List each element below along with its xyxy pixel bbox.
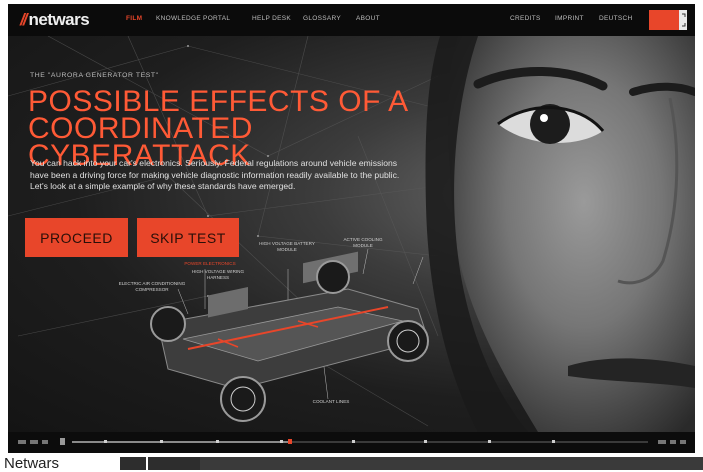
caption-label: Netwars (4, 455, 60, 472)
nav-item-about[interactable]: ABOUT (356, 15, 380, 22)
label-wiring-harness: HIGH VOLTAGE WIRING HARNESS (191, 269, 245, 280)
thumbnail-strip-bar (200, 457, 703, 470)
volume-control[interactable] (656, 437, 688, 448)
page-headline: POSSIBLE EFFECTS OF A COORDINATED CYBERA… (28, 85, 407, 172)
nav-item-credits[interactable]: CREDITS (510, 15, 541, 22)
netwars-logo[interactable]: // netwars (20, 10, 90, 30)
logo-mark-icon: // (20, 10, 28, 29)
menu-toggle-button[interactable] (649, 10, 687, 30)
thumbnail-strip-item (120, 457, 146, 470)
label-battery-module: HIGH VOLTAGE BATTERY MODULE (259, 241, 315, 252)
label-compressor: ELECTRIC AIR CONDITIONING COMPRESSOR (118, 281, 186, 292)
app-frame: // netwars FILM KNOWLEDGE PORTAL HELP DE… (8, 4, 695, 453)
video-control-bar (8, 432, 695, 453)
nav-item-film[interactable]: FILM (126, 15, 142, 22)
label-power-electronics: POWER ELECTRONICS (184, 261, 236, 266)
play-pause-button[interactable] (58, 436, 68, 449)
car-chassis-illustration (150, 248, 429, 422)
portrait-image (425, 36, 695, 432)
intro-paragraph: You can hack into your car's electronics… (30, 158, 400, 191)
logo-text: netwars (28, 10, 90, 29)
label-cooling-module: ACTIVE COOLING MODULE (343, 237, 383, 248)
nav-item-glossary[interactable]: GLOSSARY (303, 15, 341, 22)
label-coolant-lines: COOLANT LINES (312, 399, 350, 404)
car-diagram: POWER ELECTRONICS HIGH VOLTAGE BATTERY M… (88, 229, 448, 429)
nav-item-help-desk[interactable]: HELP DESK (252, 15, 291, 22)
top-navigation-bar: // netwars FILM KNOWLEDGE PORTAL HELP DE… (8, 4, 695, 36)
intro-tag: THE "AURORA GENERATOR TEST" (30, 72, 159, 79)
timeline-scrubber[interactable] (72, 438, 648, 447)
nav-item-knowledge-portal[interactable]: KNOWLEDGE PORTAL (156, 15, 230, 22)
thumbnail-strip-item (148, 457, 200, 470)
nav-item-imprint[interactable]: IMPRINT (555, 15, 584, 22)
expand-icon (682, 13, 686, 27)
nav-item-deutsch[interactable]: DEUTSCH (599, 15, 633, 22)
